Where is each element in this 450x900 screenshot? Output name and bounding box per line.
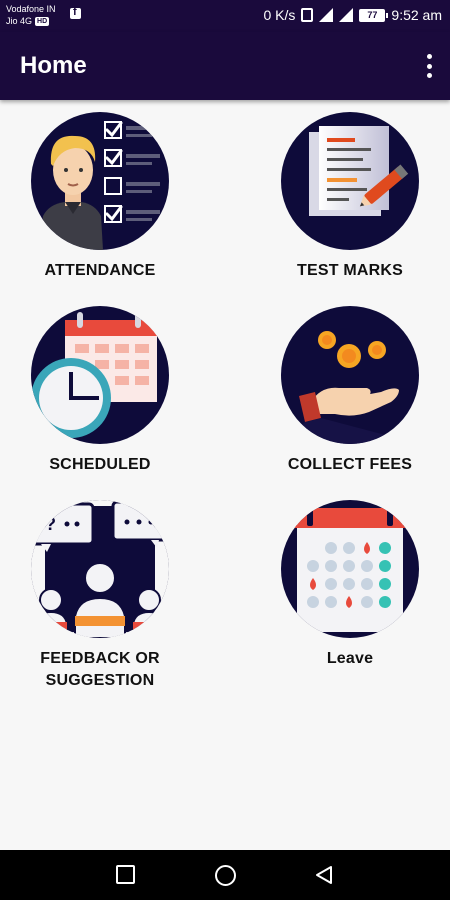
feedback-label: FEEDBACK OR SUGGESTION (10, 648, 190, 692)
test-marks-label: TEST MARKS (297, 262, 403, 279)
leave-tile[interactable]: Leave (260, 500, 440, 670)
clock: 9:52 am (391, 7, 442, 23)
home-icon[interactable] (215, 865, 236, 886)
test-marks-tile[interactable]: TEST MARKS (260, 112, 440, 282)
carrier-info: Vodafone IN Jio 4G HD (6, 3, 56, 27)
attendance-icon (31, 112, 169, 250)
scheduled-label: SCHEDULED (49, 456, 151, 473)
leave-label: Leave (326, 650, 374, 667)
page-title: Home (20, 52, 87, 79)
test-marks-icon (281, 112, 419, 250)
carrier-name-2: Jio 4G (6, 16, 33, 26)
facebook-notification-icon (70, 6, 81, 19)
back-icon[interactable] (314, 865, 334, 885)
hd-badge: HD (35, 16, 50, 26)
attendance-label: ATTENDANCE (44, 262, 156, 279)
feedback-label-line1: FEEDBACK OR (40, 650, 160, 667)
carrier-name-1: Vodafone IN (6, 4, 56, 14)
battery-icon: 77 (359, 8, 389, 22)
scheduled-tile[interactable]: SCHEDULED (10, 306, 190, 476)
collect-fees-tile[interactable]: COLLECT FEES (260, 306, 440, 476)
status-bar: Vodafone IN Jio 4G HD 0 K/s 77 9:52 am (0, 0, 450, 32)
svg-text:?: ? (45, 514, 56, 534)
collect-fees-icon (281, 306, 419, 444)
scheduled-icon (31, 306, 169, 444)
network-speed: 0 K/s (263, 7, 296, 23)
feedback-label-line2: SUGGESTION (45, 672, 155, 689)
app-bar: Home (0, 32, 450, 100)
leave-icon (281, 500, 419, 638)
signal-icon (319, 8, 334, 22)
feedback-icon: ? (31, 500, 169, 638)
overflow-menu-icon[interactable] (424, 54, 434, 78)
recent-apps-icon[interactable] (116, 865, 135, 884)
system-nav-bar (0, 850, 450, 900)
attendance-tile[interactable]: ATTENDANCE (10, 112, 190, 282)
vibrate-icon (301, 8, 314, 22)
feedback-tile[interactable]: ? FEEDBACK OR SUGGESTION (10, 500, 190, 692)
signal-icon-2 (339, 8, 354, 22)
collect-fees-label: COLLECT FEES (287, 456, 413, 473)
